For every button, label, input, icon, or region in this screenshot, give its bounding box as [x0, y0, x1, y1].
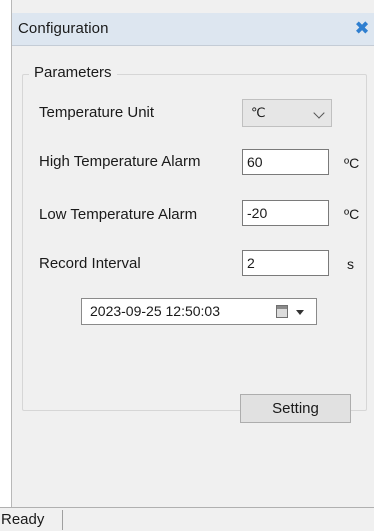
- dropdown-arrow-icon[interactable]: [296, 310, 304, 315]
- record-interval-input[interactable]: 2: [242, 250, 329, 276]
- status-bar: Ready: [0, 507, 374, 531]
- low-temperature-unit: ºC: [344, 206, 360, 222]
- high-temperature-unit: ºC: [344, 155, 360, 171]
- status-text: Ready: [1, 511, 45, 528]
- record-interval-label: Record Interval: [39, 255, 141, 272]
- low-temperature-alarm-label: Low Temperature Alarm: [39, 206, 198, 223]
- record-interval-unit: s: [347, 256, 354, 272]
- parameters-group: Parameters Temperature Unit ℃ High Tempe…: [22, 64, 367, 411]
- close-icon[interactable]: ✖: [352, 17, 372, 39]
- temperature-unit-label: Temperature Unit: [39, 104, 155, 121]
- setting-button[interactable]: Setting: [240, 394, 351, 423]
- configuration-panel: Parameters Temperature Unit ℃ High Tempe…: [12, 46, 374, 487]
- datetime-picker[interactable]: 2023-09-25 12:50:03: [81, 298, 317, 325]
- calendar-icon[interactable]: [276, 305, 288, 318]
- status-separator: [62, 510, 63, 530]
- high-temperature-alarm-label: High Temperature Alarm: [39, 153, 201, 170]
- temperature-unit-select[interactable]: ℃: [242, 99, 332, 127]
- window-left-edge: [0, 0, 12, 531]
- high-temperature-alarm-input[interactable]: 60: [242, 149, 329, 175]
- low-temperature-alarm-input[interactable]: -20: [242, 200, 329, 226]
- datetime-value: 2023-09-25 12:50:03: [90, 303, 220, 319]
- app-window: Configuration ✖ Parameters Temperature U…: [0, 0, 374, 531]
- parameters-group-label: Parameters: [29, 64, 117, 81]
- title-bar: Configuration ✖: [12, 13, 374, 46]
- window-title: Configuration: [18, 20, 109, 37]
- temperature-unit-value: ℃: [251, 105, 266, 120]
- chevron-down-icon: [313, 107, 325, 119]
